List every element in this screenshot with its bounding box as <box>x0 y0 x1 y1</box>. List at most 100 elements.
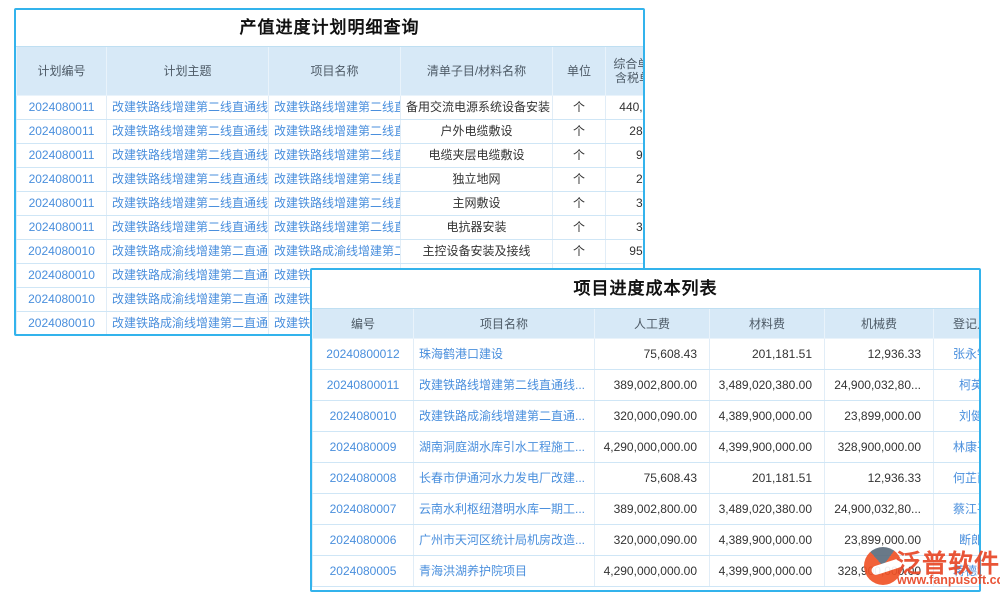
cell: 389,002,800.00 <box>595 370 710 401</box>
cell-link[interactable]: 云南水利枢纽潜明水库一期工... <box>414 494 595 525</box>
cell-link[interactable]: 2024080009 <box>313 432 414 463</box>
cell-link[interactable]: 2024080011 <box>17 168 107 192</box>
cell-link[interactable]: 长春市伊通河水力发电厂改建... <box>414 463 595 494</box>
column-header: 登记人 <box>934 309 982 339</box>
cell: 951.32 <box>606 240 646 264</box>
cell: 备用交流电源系统设备安装 <box>401 96 553 120</box>
column-header: 综合单价/含税单价 <box>606 47 646 96</box>
cell-link[interactable]: 2024080010 <box>17 264 107 288</box>
cell: 23,899,000.00 <box>825 401 934 432</box>
table-row: 2024080011改建铁路线增建第二线直通线改建铁路线增建第二线直通线户外电缆… <box>17 120 646 144</box>
column-header: 人工费 <box>595 309 710 339</box>
cell: 户外电缆敷设 <box>401 120 553 144</box>
cell-link[interactable]: 2024080006 <box>313 525 414 556</box>
cell-link[interactable]: 20240800012 <box>313 339 414 370</box>
cell: 328,900,000.00 <box>825 432 934 463</box>
table-row: 20240800011改建铁路线增建第二线直通线...389,002,800.0… <box>313 370 982 401</box>
cell-link[interactable]: 2024080010 <box>17 240 107 264</box>
cell-link[interactable]: 改建铁路线增建第二线直通线 <box>107 144 269 168</box>
cell: 24,900,032,80... <box>825 494 934 525</box>
cell-link[interactable]: 改建铁路成渝线增建第二直通 <box>107 240 269 264</box>
table-row: 2024080010改建铁路成渝线增建第二直通...320,000,090.00… <box>313 401 982 432</box>
cell-link[interactable]: 改建铁路线增建第二线直通线 <box>269 192 401 216</box>
table-row: 2024080011改建铁路线增建第二线直通线改建铁路线增建第二线直通线备用交流… <box>17 96 646 120</box>
cell-link[interactable]: 改建铁路线增建第二线直通线 <box>269 120 401 144</box>
table-row: 2024080008长春市伊通河水力发电厂改建...75,608.43201,1… <box>313 463 982 494</box>
cell-link[interactable]: 改建铁路线增建第二线直通线... <box>414 370 595 401</box>
cell-link[interactable]: 柯英 <box>934 370 982 401</box>
cell-link[interactable]: 改建铁路线增建第二线直通线 <box>269 216 401 240</box>
cell: 27.19 <box>606 168 646 192</box>
cell: 12,936.33 <box>825 463 934 494</box>
cell-link[interactable]: 改建铁路线增建第二线直通线 <box>269 144 401 168</box>
table-row: 2024080011改建铁路线增建第二线直通线改建铁路线增建第二线直通线独立地网… <box>17 168 646 192</box>
cell: 4,389,900,000.00 <box>710 401 825 432</box>
table-row: 2024080010改建铁路成渝线增建第二直通改建铁路成渝线增建第二直通主控设备… <box>17 240 646 264</box>
fanpu-url-text: www.fanpusoft.com <box>897 573 997 587</box>
cell-link[interactable]: 林康平 <box>934 432 982 463</box>
cell-link[interactable]: 刘健 <box>934 401 982 432</box>
cell: 个 <box>553 240 606 264</box>
cell-link[interactable]: 改建铁路线增建第二线直通线 <box>107 96 269 120</box>
cell-link[interactable]: 改建铁路线增建第二线直通线 <box>269 168 401 192</box>
cell-link[interactable]: 2024080010 <box>313 401 414 432</box>
cell-link[interactable]: 改建铁路成渝线增建第二直通 <box>269 240 401 264</box>
table-row: 20240800012珠海鹤港口建设75,608.43201,181.5112,… <box>313 339 982 370</box>
column-header: 计划编号 <box>17 47 107 96</box>
cell: 3,489,020,380.00 <box>710 494 825 525</box>
cell-link[interactable]: 20240800011 <box>313 370 414 401</box>
cell: 320,000,090.00 <box>595 401 710 432</box>
cell-link[interactable]: 2024080011 <box>17 120 107 144</box>
cell-link[interactable]: 2024080008 <box>313 463 414 494</box>
cell-link[interactable]: 2024080005 <box>313 556 414 587</box>
cell-link[interactable]: 蔡江平 <box>934 494 982 525</box>
cell-link[interactable]: 2024080011 <box>17 144 107 168</box>
cell-link[interactable]: 2024080011 <box>17 216 107 240</box>
cell: 个 <box>553 192 606 216</box>
cell-link[interactable]: 2024080010 <box>17 288 107 312</box>
cell-link[interactable]: 改建铁路线增建第二线直通线 <box>107 168 269 192</box>
cell: 282.43 <box>606 120 646 144</box>
cell: 12,936.33 <box>825 339 934 370</box>
cell-link[interactable]: 改建铁路成渝线增建第二直通 <box>107 288 269 312</box>
cell-link[interactable]: 改建铁路线增建第二线直通线 <box>107 216 269 240</box>
cell-link[interactable]: 改建铁路线增建第二线直通线 <box>107 120 269 144</box>
cell: 75,608.43 <box>595 339 710 370</box>
cell-link[interactable]: 改建铁路成渝线增建第二直通 <box>107 264 269 288</box>
cell-link[interactable]: 湖南洞庭湖水库引水工程施工... <box>414 432 595 463</box>
cell-link[interactable]: 改建铁路成渝线增建第二直通... <box>414 401 595 432</box>
cell: 个 <box>553 216 606 240</box>
cell-link[interactable]: 广州市天河区统计局机房改造... <box>414 525 595 556</box>
column-header: 机械费 <box>825 309 934 339</box>
cell-link[interactable]: 2024080011 <box>17 96 107 120</box>
cell: 主网敷设 <box>401 192 553 216</box>
cell: 4,399,900,000.00 <box>710 556 825 587</box>
cell: 4,290,000,000.00 <box>595 556 710 587</box>
cell-link[interactable]: 2024080010 <box>17 312 107 336</box>
cell-link[interactable]: 改建铁路线增建第二线直通线 <box>269 96 401 120</box>
cell-link[interactable]: 改建铁路成渝线增建第二直通 <box>107 312 269 336</box>
cell-link[interactable]: 改建铁路线增建第二线直通线 <box>107 192 269 216</box>
column-header: 项目名称 <box>269 47 401 96</box>
column-header: 单位 <box>553 47 606 96</box>
table-row: 2024080009湖南洞庭湖水库引水工程施工...4,290,000,000.… <box>313 432 982 463</box>
column-header: 编号 <box>313 309 414 339</box>
cell: 4,399,900,000.00 <box>710 432 825 463</box>
cell-link[interactable]: 2024080011 <box>17 192 107 216</box>
cell-link[interactable]: 张永银 <box>934 339 982 370</box>
cell: 个 <box>553 144 606 168</box>
column-header: 项目名称 <box>414 309 595 339</box>
cell: 主控设备安装及接线 <box>401 240 553 264</box>
cell-link[interactable]: 2024080007 <box>313 494 414 525</box>
cell-link[interactable]: 青海洪湖养护院项目 <box>414 556 595 587</box>
table-row: 2024080011改建铁路线增建第二线直通线改建铁路线增建第二线直通线电缆夹层… <box>17 144 646 168</box>
header-row: 计划编号计划主题项目名称清单子目/材料名称单位综合单价/含税单价 <box>17 47 646 96</box>
cell: 201,181.51 <box>710 339 825 370</box>
table-row: 2024080011改建铁路线增建第二线直通线改建铁路线增建第二线直通线主网敷设… <box>17 192 646 216</box>
cell: 4,290,000,000.00 <box>595 432 710 463</box>
header-row: 编号项目名称人工费材料费机械费登记人 <box>313 309 982 339</box>
table-row: 2024080007云南水利枢纽潜明水库一期工...389,002,800.00… <box>313 494 982 525</box>
cell-link[interactable]: 何芷茵 <box>934 463 982 494</box>
cell: 440,00... <box>606 96 646 120</box>
cell-link[interactable]: 珠海鹤港口建设 <box>414 339 595 370</box>
